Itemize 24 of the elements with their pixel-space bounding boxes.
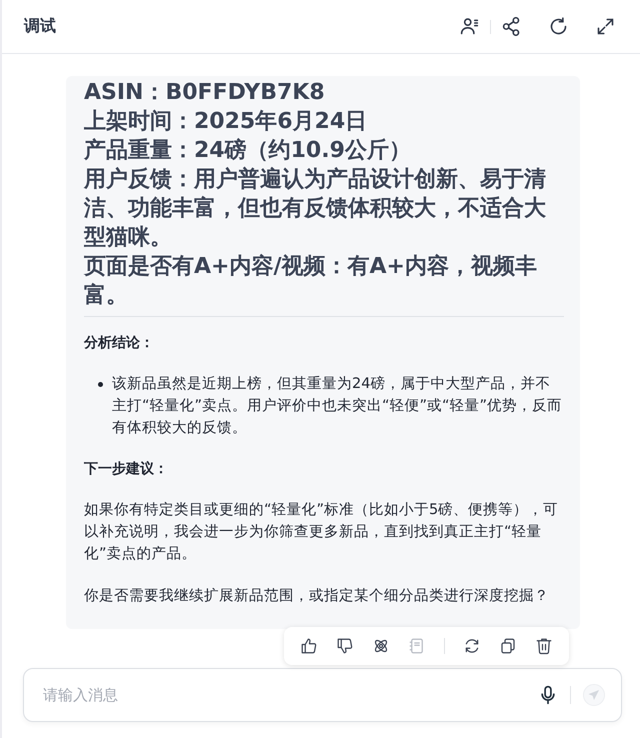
share-icon[interactable] xyxy=(501,16,522,37)
thumbs-down-icon[interactable] xyxy=(336,637,354,655)
fact-line: 页面是否有A+内容/视频：有A+内容，视频丰富。 xyxy=(84,252,538,310)
section-heading: 分析结论： xyxy=(84,334,155,353)
paragraph: 如果你有特定类目或更细的“轻量化”标准（比如小于5磅、便携等），可以补充说明，我会进一步为你筛查更多新品，直到找到真正主打“轻量化”卖点的产品。 xyxy=(84,500,560,564)
fact-line: 上架时间：2025年6月24日 xyxy=(84,108,368,136)
composer-box[interactable]: 请输入消息 xyxy=(23,668,622,722)
fact-line: 产品重量：24磅（约10.9公斤） xyxy=(84,137,412,165)
bullet-text: 该新品虽然是近期上榜，但其重量为24磅，属于中大型产品，并不主打“轻量化”卖点。用户评价中也未突出“轻便”或“轻量”优势，反而有体积较大的反馈。 xyxy=(112,374,564,438)
bullet-dot xyxy=(98,382,103,387)
user-list-icon[interactable] xyxy=(459,16,480,37)
expand-icon[interactable] xyxy=(595,16,616,37)
thumbs-up-icon[interactable] xyxy=(300,637,318,655)
message-input[interactable]: 请输入消息 xyxy=(41,685,526,705)
paragraph: 你是否需要我继续扩展新品范围，或指定某个细分品类进行深度挖掘？ xyxy=(84,586,550,606)
copy-icon[interactable] xyxy=(499,637,517,655)
regenerate-icon[interactable] xyxy=(463,637,481,655)
section-heading: 下一步建议： xyxy=(84,460,169,479)
panel-title: 调试 xyxy=(24,16,56,37)
fact-line: ASIN：B0FFDYB7K8 xyxy=(84,79,326,107)
refresh-icon[interactable] xyxy=(548,16,569,37)
atom-icon[interactable] xyxy=(372,637,390,655)
fact-line: 用户反馈：用户普遍认为产品设计创新、易于清洁、功能丰富，但也有反馈体积较大，不适合大型猫咪。 xyxy=(84,166,547,252)
trash-icon[interactable] xyxy=(535,637,553,655)
